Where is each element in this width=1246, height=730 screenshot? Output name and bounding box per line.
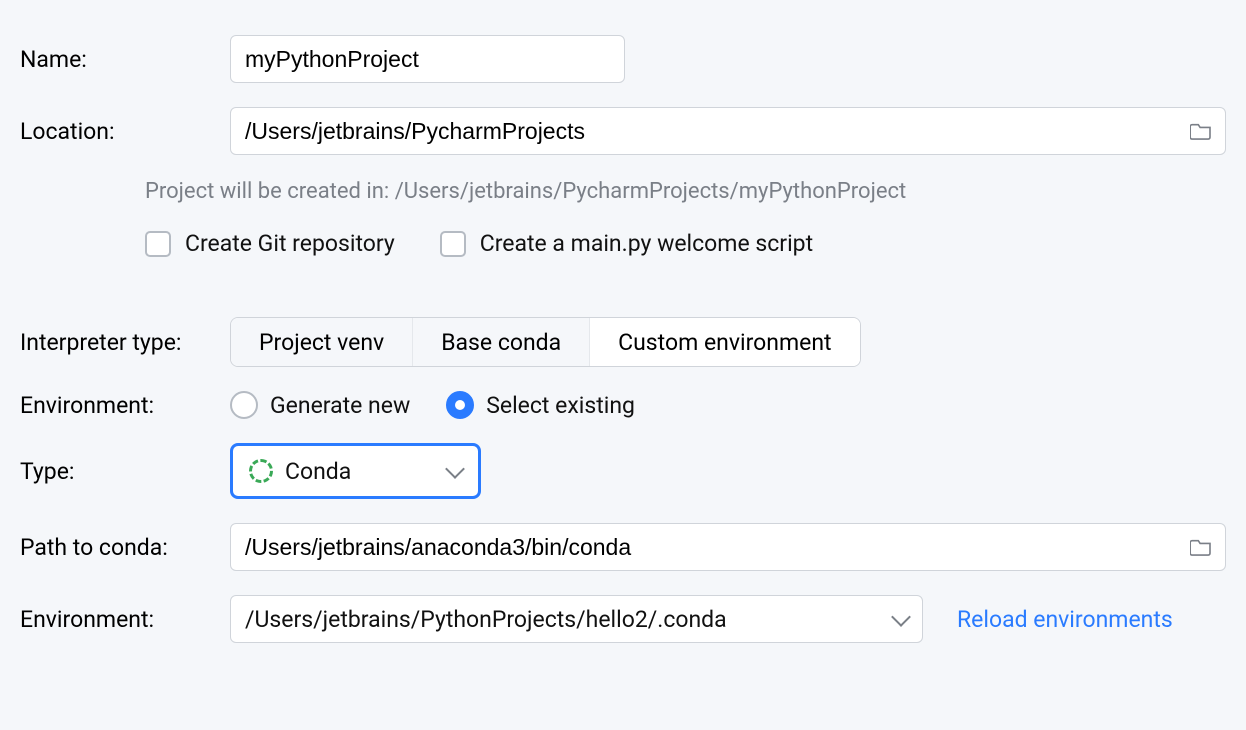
radio-select-existing[interactable]: Select existing [446,391,635,419]
environment-dropdown-value: /Users/jetbrains/PythonProjects/hello2/.… [245,606,882,633]
radio-generate-new-label: Generate new [270,392,410,419]
radio-circle [230,391,258,419]
create-mainpy-checkbox[interactable]: Create a main.py welcome script [440,230,813,257]
location-input[interactable] [230,107,1226,155]
radio-generate-new[interactable]: Generate new [230,391,410,419]
segment-custom-environment[interactable]: Custom environment [590,318,859,366]
chevron-down-icon [891,607,911,627]
browse-conda-path-icon[interactable] [1190,538,1212,556]
checkbox-box [440,231,466,257]
type-label: Type: [20,458,74,485]
radio-circle [446,391,474,419]
chevron-down-icon [445,459,465,479]
path-to-conda-input[interactable] [230,523,1226,571]
reload-environments-link[interactable]: Reload environments [957,606,1173,633]
type-dropdown[interactable]: Conda [230,443,481,499]
conda-icon [249,459,273,483]
radio-select-existing-label: Select existing [486,392,635,419]
segment-base-conda[interactable]: Base conda [413,318,590,366]
browse-location-icon[interactable] [1190,122,1212,140]
path-to-conda-label: Path to conda: [20,534,168,561]
location-label: Location: [20,118,115,145]
environment-label: Environment: [20,606,154,633]
type-dropdown-value: Conda [285,458,436,485]
create-mainpy-label: Create a main.py welcome script [480,230,813,257]
interpreter-type-label: Interpreter type: [20,329,181,356]
location-hint: Project will be created in: /Users/jetbr… [145,179,1226,204]
create-git-checkbox[interactable]: Create Git repository [145,230,395,257]
interpreter-type-segmented: Project venv Base conda Custom environme… [230,317,861,367]
checkbox-box [145,231,171,257]
name-label: Name: [20,46,87,73]
new-project-form: Name: Location: Project will be created … [0,0,1246,643]
segment-project-venv[interactable]: Project venv [231,318,413,366]
environment-dropdown[interactable]: /Users/jetbrains/PythonProjects/hello2/.… [230,595,923,643]
project-name-input[interactable] [230,35,625,83]
environment-choice-label: Environment: [20,392,154,419]
create-git-label: Create Git repository [185,230,395,257]
